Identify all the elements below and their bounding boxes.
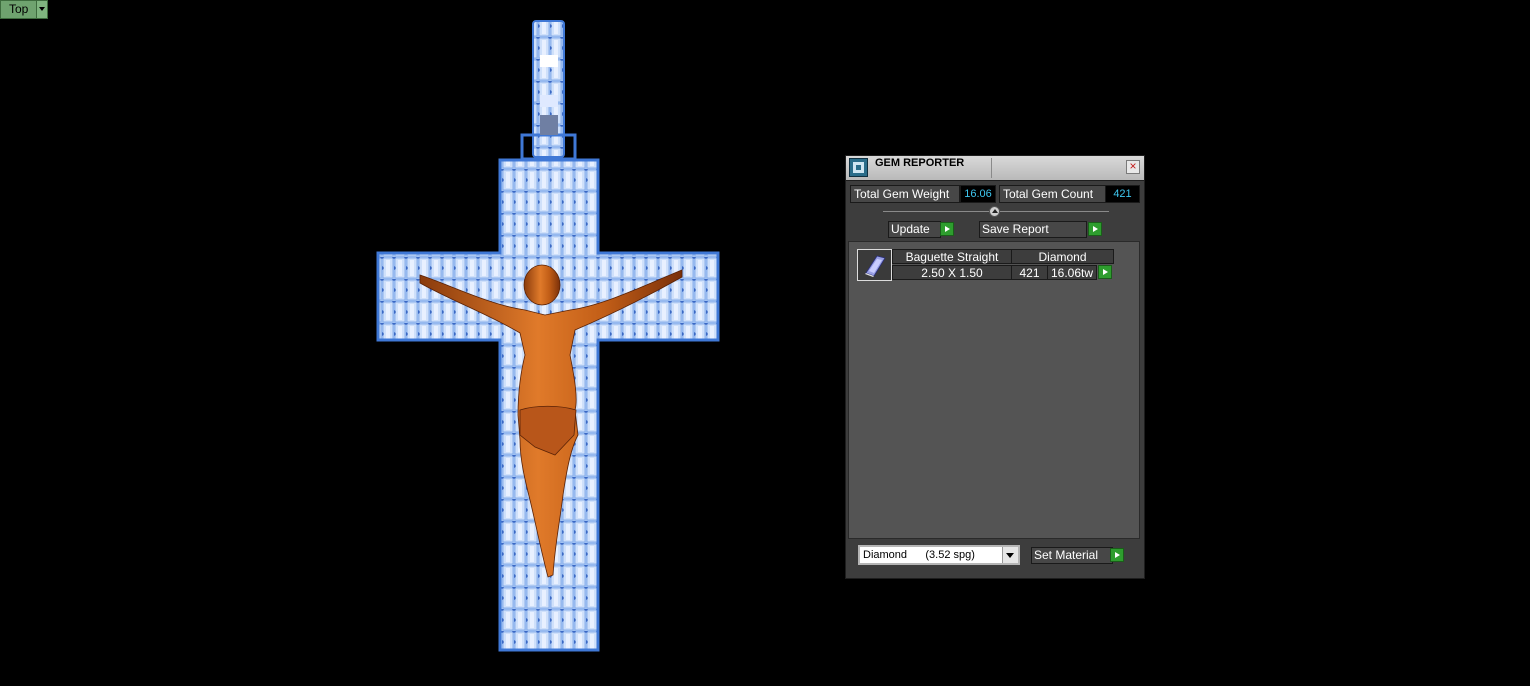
panel-titlebar[interactable]: GEM REPORTER × <box>846 156 1144 181</box>
panel-title: GEM REPORTER <box>875 157 965 169</box>
viewport-label[interactable]: Top <box>0 0 49 19</box>
set-material-go-icon[interactable] <box>1110 548 1124 562</box>
save-report-go-icon[interactable] <box>1088 222 1102 236</box>
gem-reporter-panel: GEM REPORTER × Total Gem Weight 16.06 To… <box>845 155 1145 579</box>
update-go-icon[interactable] <box>940 222 954 236</box>
gem-row-go-icon[interactable] <box>1098 265 1112 279</box>
viewport-name: Top <box>9 2 29 16</box>
total-gem-count-label: Total Gem Count <box>999 185 1106 203</box>
gem-size: 2.50 X 1.50 <box>892 265 1012 280</box>
total-gem-weight-value: 16.06 <box>960 185 996 203</box>
chevron-down-icon[interactable] <box>1002 547 1018 563</box>
title-divider <box>991 158 992 178</box>
material-select[interactable]: Diamond (3.52 spg) <box>858 545 1020 565</box>
gem-list: Baguette Straight Diamond 2.50 X 1.50 42… <box>848 241 1140 539</box>
update-button[interactable]: Update <box>888 221 941 238</box>
total-gem-count-value: 421 <box>1105 185 1140 203</box>
save-report-button[interactable]: Save Report <box>979 221 1087 238</box>
gem-reporter-icon <box>849 158 868 177</box>
cross-pendant-model[interactable] <box>370 15 730 660</box>
viewport-dropdown-icon[interactable] <box>36 1 48 18</box>
gem-count: 421 <box>1011 265 1048 280</box>
gem-material: Diamond <box>1011 249 1114 264</box>
bail <box>520 20 577 161</box>
collapse-toggle-icon[interactable] <box>989 206 1000 217</box>
close-icon[interactable]: × <box>1126 160 1140 174</box>
baguette-gem-icon <box>857 249 892 281</box>
gem-shape: Baguette Straight <box>892 249 1012 264</box>
gem-weight: 16.06tw <box>1047 265 1097 280</box>
material-select-value: Diamond (3.52 spg) <box>863 549 975 561</box>
set-material-button[interactable]: Set Material <box>1031 547 1113 564</box>
total-gem-weight-label: Total Gem Weight <box>850 185 960 203</box>
